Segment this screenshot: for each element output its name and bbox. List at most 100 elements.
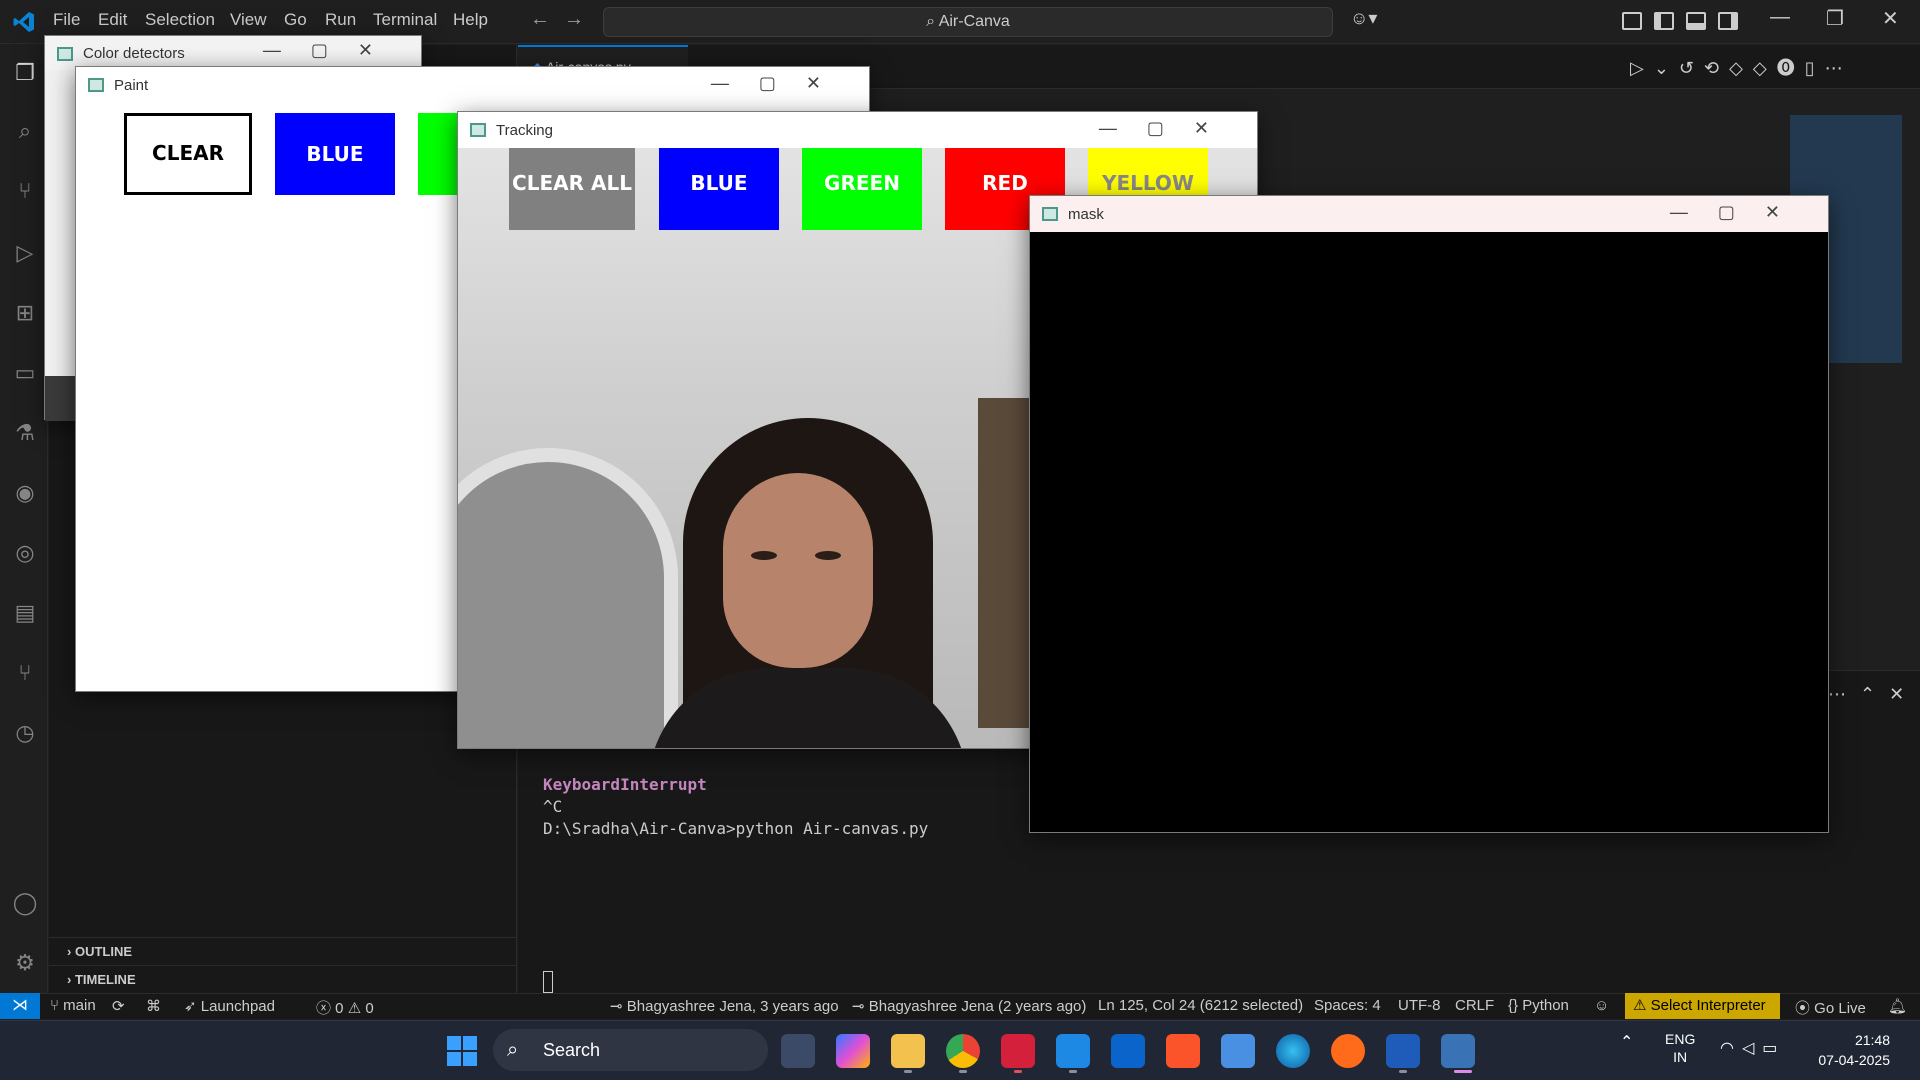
window-title: mask: [1068, 206, 1104, 223]
postman-icon[interactable]: [1331, 1034, 1365, 1068]
close-icon[interactable]: ✕: [1882, 6, 1899, 31]
account-icon[interactable]: ◯: [12, 890, 38, 916]
language-label: Python: [1522, 997, 1569, 1014]
language-status[interactable]: {} Python: [1508, 997, 1569, 1014]
toggle-secondary-sidebar-icon[interactable]: [1718, 12, 1738, 30]
app-running-indicator: [1399, 1070, 1407, 1073]
snipping-tool-icon[interactable]: [781, 1034, 815, 1068]
timeline-section-header[interactable]: › TIMELINE: [49, 965, 517, 993]
outline-section-header[interactable]: › OUTLINE: [49, 937, 517, 965]
menu-help[interactable]: Help: [453, 10, 488, 30]
run-debug-icon[interactable]: ▷: [12, 240, 38, 266]
tray-status-icons[interactable]: ◠◁▭: [1720, 1038, 1785, 1058]
edge-icon[interactable]: [1276, 1034, 1310, 1068]
window-controls[interactable]: —▢✕: [711, 73, 851, 94]
notepad-icon[interactable]: [1221, 1034, 1255, 1068]
branch-status[interactable]: ⑂ main: [50, 997, 96, 1014]
panel-controls[interactable]: ⋯⌃✕: [1828, 684, 1918, 705]
command-center-search[interactable]: ⌕ Air-Canva: [603, 7, 1333, 37]
window-controls[interactable]: —▢✕: [1670, 202, 1810, 223]
testing-icon[interactable]: ⚗: [12, 420, 38, 446]
window-controls[interactable]: —▢✕: [263, 40, 403, 61]
search-icon[interactable]: ⌕: [12, 118, 38, 144]
mask-titlebar[interactable]: mask —▢✕: [1030, 196, 1828, 232]
git-graph-status-icon[interactable]: ⌘: [146, 997, 161, 1015]
vscode-taskbar-icon[interactable]: [1056, 1034, 1090, 1068]
explorer-icon[interactable]: ❐: [12, 60, 38, 86]
paint-clear-button[interactable]: CLEAR: [124, 113, 252, 195]
menu-terminal[interactable]: Terminal: [373, 10, 437, 30]
timeline-label: TIMELINE: [74, 972, 136, 987]
menu-go[interactable]: Go: [284, 10, 307, 30]
brave-icon[interactable]: [1166, 1034, 1200, 1068]
menu-edit[interactable]: Edit: [98, 10, 127, 30]
cursor-position[interactable]: Ln 125, Col 24 (6212 selected): [1098, 997, 1303, 1014]
remote-explorer-icon[interactable]: ▭: [12, 360, 38, 386]
restore-icon[interactable]: ❐: [1826, 6, 1844, 31]
git-blame-file[interactable]: ⊸ Bhagyashree Jena (2 years ago): [852, 997, 1086, 1015]
indentation-status[interactable]: Spaces: 4: [1314, 997, 1381, 1014]
toggle-panel-icon[interactable]: [1686, 12, 1706, 30]
menu-run[interactable]: Run: [325, 10, 356, 30]
github-icon[interactable]: ◎: [12, 540, 38, 566]
copilot-app-icon[interactable]: [836, 1034, 870, 1068]
mask-image: [1030, 232, 1828, 832]
chrome-icon[interactable]: [946, 1034, 980, 1068]
clock-time: 21:48: [1854, 1032, 1890, 1048]
copilot-status-icon[interactable]: ☺: [1594, 997, 1609, 1014]
extensions-icon[interactable]: ⊞: [12, 300, 38, 326]
menu-file[interactable]: File: [53, 10, 80, 30]
git-blame-line[interactable]: ⊸ Bhagyashree Jena, 3 years ago: [610, 997, 839, 1015]
file-explorer-icon[interactable]: [891, 1034, 925, 1068]
window-controls[interactable]: —▢✕: [1099, 118, 1239, 139]
start-button-icon[interactable]: [447, 1036, 477, 1066]
remote-indicator-icon[interactable]: ⋊: [0, 993, 40, 1019]
menu-selection[interactable]: Selection: [145, 10, 215, 30]
problems-status[interactable]: ⓧ 0 ⚠ 0: [316, 997, 374, 1018]
taskbar-clock[interactable]: 21:48 07-04-2025: [1810, 1030, 1890, 1070]
source-control-icon[interactable]: ⑂: [12, 178, 38, 204]
terminal-line-error: KeyboardInterrupt: [543, 775, 707, 794]
folder-icon[interactable]: ▤: [12, 600, 38, 626]
tray-overflow-chevron-icon[interactable]: ⌃: [1620, 1032, 1633, 1052]
word-icon[interactable]: [1386, 1034, 1420, 1068]
go-live-button[interactable]: ⦿ Go Live: [1795, 997, 1866, 1018]
tracking-blue-button[interactable]: BLUE: [659, 148, 779, 230]
encoding-status[interactable]: UTF-8: [1398, 997, 1441, 1014]
opencv-python-app-icon[interactable]: [1001, 1034, 1035, 1068]
customize-layout-icon[interactable]: [1622, 12, 1642, 30]
mask-window[interactable]: mask —▢✕: [1029, 195, 1829, 833]
window-app-icon: [1042, 207, 1058, 221]
sync-icon[interactable]: ⟳: [112, 997, 125, 1015]
copilot-icon[interactable]: ☺▾: [1350, 8, 1377, 29]
timeline-icon[interactable]: ◷: [12, 720, 38, 746]
search-icon: ⌕: [926, 13, 939, 30]
json-icon[interactable]: ◉: [12, 480, 38, 506]
editor-actions-toolbar[interactable]: ▷⌄↺⟲◇◇⓿▯⋯: [1630, 54, 1853, 80]
select-interpreter-button[interactable]: ⚠ Select Interpreter: [1625, 993, 1780, 1019]
paint-titlebar[interactable]: Paint —▢✕: [76, 67, 869, 103]
eol-status[interactable]: CRLF: [1455, 997, 1494, 1014]
tracking-clear-all-button[interactable]: CLEAR ALL: [509, 148, 635, 230]
notifications-bell-icon[interactable]: 🔔︎: [1888, 997, 1907, 1015]
launchpad-status[interactable]: ➶ Launchpad: [184, 997, 275, 1015]
commit-icon: ⊸: [610, 998, 627, 1015]
menu-view[interactable]: View: [230, 10, 267, 30]
paint-blue-button[interactable]: BLUE: [275, 113, 395, 195]
input-language-indicator[interactable]: ENG IN: [1665, 1030, 1695, 1066]
taskbar-search-box[interactable]: Search: [493, 1029, 768, 1071]
tracking-green-button[interactable]: GREEN: [802, 148, 922, 230]
git-graph-icon[interactable]: ⑂: [12, 660, 38, 686]
launchpad-label: Launchpad: [200, 998, 275, 1015]
commit-icon: ⊸: [852, 998, 869, 1015]
settings-gear-icon[interactable]: ⚙: [12, 950, 38, 976]
back-forward-arrows-icon[interactable]: ←→: [530, 8, 598, 31]
outlook-icon[interactable]: [1111, 1034, 1145, 1068]
terminal-line-ctrlc: ^C: [543, 797, 563, 816]
tracking-titlebar[interactable]: Tracking —▢✕: [458, 112, 1257, 148]
python-icon[interactable]: [1441, 1034, 1475, 1068]
color-detectors-titlebar[interactable]: Color detectors —▢✕: [45, 36, 421, 70]
window-app-icon: [88, 78, 104, 92]
minimize-icon[interactable]: —: [1770, 6, 1790, 29]
toggle-sidebar-icon[interactable]: [1654, 12, 1674, 30]
